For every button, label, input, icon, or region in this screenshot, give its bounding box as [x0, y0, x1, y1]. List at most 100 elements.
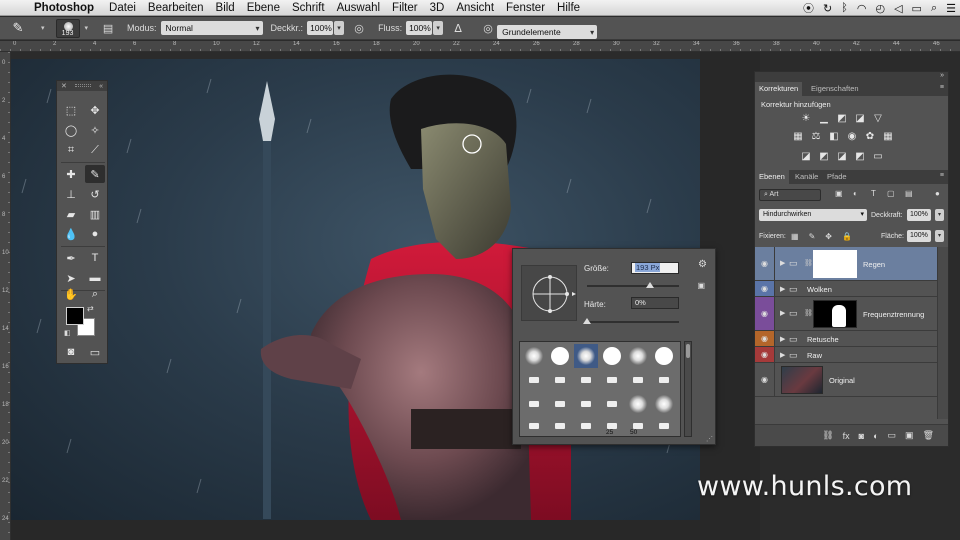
ruler-vertical[interactable]: 0 2 4 6 8 10 12 14 16 18 20 22 24 [0, 52, 11, 540]
toolbox-grip[interactable] [75, 84, 91, 87]
brush-tip-soft-round[interactable] [522, 344, 546, 368]
threshold-icon[interactable]: ◪ [835, 150, 849, 162]
history-brush-icon[interactable]: ↺ [85, 185, 105, 203]
layer-row-frequenztrennung[interactable]: ◉ ▶ ▭ ⛓ Frequenztrennung [755, 297, 937, 331]
visibility-eye-icon[interactable]: ◉ [755, 331, 775, 346]
pressure-opacity-icon[interactable]: ◎ [350, 20, 368, 36]
new-layer-icon[interactable]: ▣ [905, 430, 914, 441]
link-icon[interactable]: ⛓ [804, 309, 813, 317]
swap-colors-icon[interactable]: ⇄ [87, 304, 94, 313]
menu-schrift[interactable]: Schrift [286, 2, 331, 14]
hue-saturation-icon[interactable]: ▦ [791, 130, 805, 142]
brush-tip-soft-round[interactable] [652, 392, 676, 416]
move-tool-icon[interactable]: ✥ [85, 101, 105, 119]
brush-tip-special[interactable] [626, 368, 650, 392]
expand-triangle-icon[interactable]: ▶ [780, 351, 785, 359]
visibility-eye-icon[interactable]: ◉ [755, 347, 775, 362]
layer-name[interactable]: Frequenztrennung [863, 310, 924, 319]
collapse-icon[interactable]: « [99, 83, 103, 90]
hand-tool-icon[interactable]: ✋ [61, 285, 81, 303]
tab-eigenschaften[interactable]: Eigenschaften [807, 82, 863, 96]
menu-ansicht[interactable]: Ansicht [450, 2, 500, 14]
new-preset-icon[interactable]: ▣ [697, 281, 705, 290]
brush-tip-special[interactable] [600, 368, 624, 392]
quick-selection-icon[interactable]: ✧ [85, 121, 105, 139]
delete-layer-icon[interactable]: 🗑 [923, 430, 934, 441]
opacity-dropdown[interactable]: ▾ [334, 21, 345, 35]
brush-tip-soft-round[interactable] [626, 392, 650, 416]
expand-triangle-icon[interactable]: ▶ [780, 259, 785, 267]
channel-mixer-icon[interactable]: ✿ [863, 130, 877, 142]
layer-thumbnail[interactable] [781, 366, 823, 394]
layer-row-regen[interactable]: ◉ ▶ ▭ ⛓ Regen [755, 247, 937, 281]
opacity-field[interactable]: 100% [307, 21, 334, 35]
eyedropper-icon[interactable]: ⟋ [85, 141, 105, 159]
brush-size-slider-thumb[interactable] [645, 282, 654, 288]
brush-tip-soft-round[interactable] [626, 344, 650, 368]
invert-icon[interactable]: ◪ [799, 150, 813, 162]
layer-row-raw[interactable]: ◉ ▶ ▭ Raw [755, 347, 937, 363]
brush-tip-special[interactable] [548, 414, 572, 436]
layer-row-wolken[interactable]: ◉ ▶ ▭ Wolken [755, 281, 937, 297]
menu-hilfe[interactable]: Hilfe [551, 2, 586, 14]
sync-icon[interactable]: ↻ [823, 2, 832, 15]
brush-tip-hard-round[interactable] [652, 344, 676, 368]
levels-icon[interactable]: ▁ [817, 112, 831, 124]
wifi-icon[interactable]: ◠ [857, 2, 867, 15]
brush-tip-special[interactable] [652, 414, 676, 436]
brush-tip-special[interactable] [522, 392, 546, 416]
fill-field[interactable]: 100% [907, 230, 931, 242]
workspace-select[interactable]: Grundelemente [497, 25, 598, 39]
link-layers-icon[interactable]: ⛓ [822, 430, 833, 441]
brush-tip-special[interactable] [652, 368, 676, 392]
expand-triangle-icon[interactable]: ▶ [780, 309, 785, 317]
filter-shape-icon[interactable]: ▢ [887, 189, 895, 198]
brush-tip-special[interactable] [574, 414, 598, 436]
brush-tip-special[interactable] [548, 368, 572, 392]
flow-dropdown[interactable]: ▾ [433, 21, 444, 35]
filter-smartobject-icon[interactable]: ▤ [905, 189, 913, 198]
time-machine-icon[interactable]: ◴ [875, 2, 885, 15]
add-mask-icon[interactable]: ◙ [859, 431, 864, 441]
volume-icon[interactable]: ◁ [894, 2, 902, 15]
menu-app[interactable]: Photoshop [28, 2, 103, 14]
brush-tip-special[interactable] [574, 392, 598, 416]
blend-mode-select[interactable]: Hindurchwirken [759, 209, 867, 221]
brush-tool-preset-icon[interactable]: ✎ [0, 20, 36, 36]
scrollbar-thumb[interactable] [686, 344, 690, 358]
airbrush-icon[interactable]: ᐃ [449, 20, 467, 36]
new-adjustment-icon[interactable]: ◐ [873, 431, 878, 441]
eraser-icon[interactable]: ▰ [61, 205, 81, 223]
type-tool-icon[interactable]: T [85, 249, 105, 267]
brush-tip-hard-round[interactable] [548, 344, 572, 368]
brush-tool-icon[interactable]: ✎ [85, 165, 105, 183]
filter-adjustment-icon[interactable]: ◐ [853, 189, 858, 198]
layer-mask-thumbnail[interactable] [813, 300, 857, 328]
foreground-color-swatch[interactable] [66, 307, 84, 325]
crop-icon[interactable]: ⌗ [61, 141, 81, 159]
brush-hardness-field[interactable]: 0% [631, 297, 679, 309]
filter-pixel-icon[interactable]: ▣ [835, 189, 843, 198]
expand-triangle-icon[interactable]: ▶ [780, 285, 785, 293]
pressure-size-icon[interactable]: ◎ [479, 20, 497, 36]
zoom-tool-icon[interactable]: ⌕ [85, 285, 105, 303]
fill-dropdown[interactable]: ▾ [935, 230, 944, 242]
panel-menu-icon[interactable]: ≡ [940, 84, 944, 91]
visibility-eye-icon[interactable]: ◉ [755, 297, 775, 330]
lock-transparency-icon[interactable]: ▦ [791, 232, 799, 241]
notification-icon[interactable]: ☰ [946, 2, 956, 15]
layer-filter-select[interactable]: ⌕ Art [759, 189, 821, 201]
posterize-icon[interactable]: ◩ [817, 150, 831, 162]
curves-icon[interactable]: ◩ [835, 112, 849, 124]
visibility-eye-icon[interactable]: ◉ [755, 247, 775, 280]
selective-color-icon[interactable]: ◩ [853, 150, 867, 162]
menu-bild[interactable]: Bild [210, 2, 241, 14]
layer-name[interactable]: Retusche [807, 335, 839, 344]
brush-size-field[interactable]: 193 Px [631, 262, 679, 274]
layer-name[interactable]: Raw [807, 351, 822, 360]
brush-preset-picker[interactable]: 193 [55, 18, 80, 38]
color-balance-icon[interactable]: ⚖ [809, 130, 823, 142]
record-icon[interactable]: ⦿ [803, 0, 814, 16]
brush-tip-hard-round[interactable] [600, 344, 624, 368]
lock-position-icon[interactable]: ✥ [825, 232, 832, 241]
